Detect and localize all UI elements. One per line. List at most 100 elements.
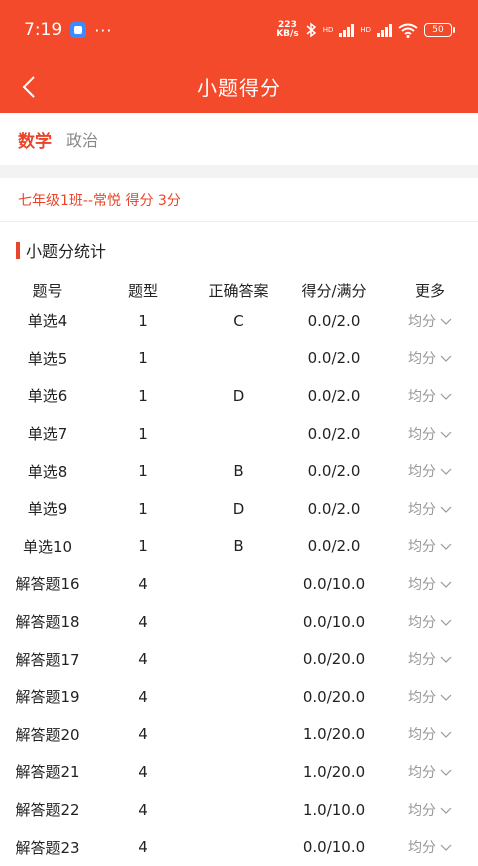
question-cell: 解答题20 [15, 725, 80, 744]
average-label: 均分 [408, 652, 436, 669]
type-cell: 4 [138, 725, 148, 744]
average-dropdown[interactable]: 均分 [382, 640, 478, 678]
answer-cell: D [232, 499, 245, 518]
answer-cell [191, 791, 286, 829]
score-cell: 0.0/20.0 [302, 687, 366, 706]
answer-cell [191, 678, 286, 716]
network-speed: 223 KB/s [276, 20, 299, 39]
app-header: 7:19 ··· 223 KB/s HD HD 50 小题得分 [0, 0, 478, 113]
score-cell: 0.0/20.0 [302, 650, 366, 669]
average-dropdown[interactable]: 均分 [382, 528, 478, 566]
question-cell: 单选4 [27, 312, 68, 331]
average-dropdown[interactable]: 均分 [382, 302, 478, 340]
col-header-score: 得分/满分 [301, 281, 367, 300]
table-row: 单选5 1 0.0/2.0 均分 [0, 340, 478, 378]
section-title: 小题分统计 [26, 242, 107, 261]
chevron-down-icon [440, 431, 452, 438]
type-cell: 4 [138, 800, 148, 819]
bluetooth-icon [306, 22, 316, 38]
chevron-down-icon [440, 543, 452, 551]
question-cell: 单选9 [27, 500, 68, 519]
chevron-down-icon [440, 619, 452, 626]
average-dropdown[interactable]: 均分 [382, 791, 478, 829]
tab-math[interactable]: 数学 [18, 127, 52, 152]
average-dropdown[interactable]: 均分 [382, 753, 478, 791]
answer-cell [191, 603, 286, 641]
chevron-down-icon [440, 656, 452, 663]
score-cell: 0.0/2.0 [307, 386, 361, 405]
answer-cell: B [233, 462, 244, 481]
student-score-info: 七年级1班--常悦 得分 3分 [0, 178, 478, 222]
type-cell: 4 [138, 650, 148, 669]
score-cell: 0.0/2.0 [307, 424, 361, 443]
answer-cell [191, 640, 286, 678]
type-cell: 1 [138, 537, 148, 556]
nav-bar: 小题得分 [0, 60, 478, 113]
chevron-down-icon [440, 769, 452, 776]
col-header-answer: 正确答案 [208, 281, 269, 300]
back-button[interactable] [14, 70, 44, 104]
type-cell: 1 [138, 386, 148, 405]
average-label: 均分 [408, 764, 436, 781]
answer-cell [191, 565, 286, 603]
question-cell: 解答题16 [15, 575, 80, 594]
average-dropdown[interactable]: 均分 [382, 603, 478, 641]
table-body: 单选4 1 C 0.0/2.0 均分 单选5 1 0.0/2.0 均分 单选6 1 D 0.0/2.0 均… [0, 302, 478, 866]
chevron-down-icon [440, 844, 452, 851]
section-accent-bar [16, 241, 20, 259]
average-label: 均分 [408, 576, 436, 593]
type-cell: 4 [138, 612, 148, 631]
col-header-type: 题型 [127, 281, 158, 300]
type-cell: 1 [138, 499, 148, 518]
table-row: 解答题17 4 0.0/20.0 均分 [0, 640, 478, 678]
average-dropdown[interactable]: 均分 [382, 490, 478, 528]
table-row: 解答题23 4 0.0/10.0 均分 [0, 828, 478, 866]
question-cell: 单选8 [27, 462, 68, 481]
status-time: 7:19 [24, 20, 63, 40]
chevron-down-icon [440, 506, 452, 513]
average-dropdown[interactable]: 均分 [382, 452, 478, 490]
question-cell: 单选10 [22, 537, 73, 556]
score-cell: 0.0/2.0 [307, 349, 361, 368]
subject-tabs: 数学 政治 [0, 113, 478, 165]
table-row: 解答题19 4 0.0/20.0 均分 [0, 678, 478, 716]
signal-icon-2 [377, 23, 392, 37]
hd-label-2: HD [360, 26, 371, 34]
question-cell: 解答题18 [15, 613, 80, 632]
tab-politics[interactable]: 政治 [66, 127, 98, 151]
battery-icon: 50 [424, 23, 455, 37]
page-title: 小题得分 [197, 76, 281, 100]
average-dropdown[interactable]: 均分 [382, 716, 478, 754]
score-cell: 1.0/20.0 [302, 725, 366, 744]
type-cell: 4 [138, 687, 148, 706]
question-cell: 解答题22 [15, 801, 80, 820]
answer-cell: D [232, 386, 245, 405]
average-dropdown[interactable]: 均分 [382, 565, 478, 603]
average-dropdown[interactable]: 均分 [382, 377, 478, 415]
table-row: 解答题21 4 1.0/20.0 均分 [0, 753, 478, 791]
score-cell: 0.0/10.0 [302, 838, 366, 857]
question-cell: 单选7 [27, 425, 68, 444]
table-row: 解答题16 4 0.0/10.0 均分 [0, 565, 478, 603]
question-score-table: 题号 题型 正确答案 得分/满分 更多 单选4 1 C 0.0/2.0 均分 单选5 1 0.… [0, 278, 478, 866]
chevron-down-icon [440, 318, 452, 325]
chevron-down-icon [440, 468, 452, 476]
average-label: 均分 [408, 539, 436, 556]
table-row: 单选7 1 0.0/2.0 均分 [0, 415, 478, 453]
chevron-down-icon [440, 694, 452, 701]
average-dropdown[interactable]: 均分 [382, 340, 478, 378]
table-header-row: 题号 题型 正确答案 得分/满分 更多 [0, 278, 478, 302]
average-dropdown[interactable]: 均分 [382, 678, 478, 716]
average-label: 均分 [408, 614, 436, 631]
question-cell: 单选5 [27, 349, 68, 368]
average-label: 均分 [408, 689, 436, 706]
type-cell: 4 [138, 762, 148, 781]
type-cell: 4 [138, 838, 148, 857]
type-cell: 1 [138, 349, 148, 368]
table-row: 解答题22 4 1.0/10.0 均分 [0, 791, 478, 829]
score-cell: 0.0/10.0 [302, 574, 366, 593]
average-dropdown[interactable]: 均分 [382, 415, 478, 453]
answer-cell: C [233, 311, 244, 330]
average-dropdown[interactable]: 均分 [382, 828, 478, 866]
question-cell: 单选6 [27, 387, 68, 406]
